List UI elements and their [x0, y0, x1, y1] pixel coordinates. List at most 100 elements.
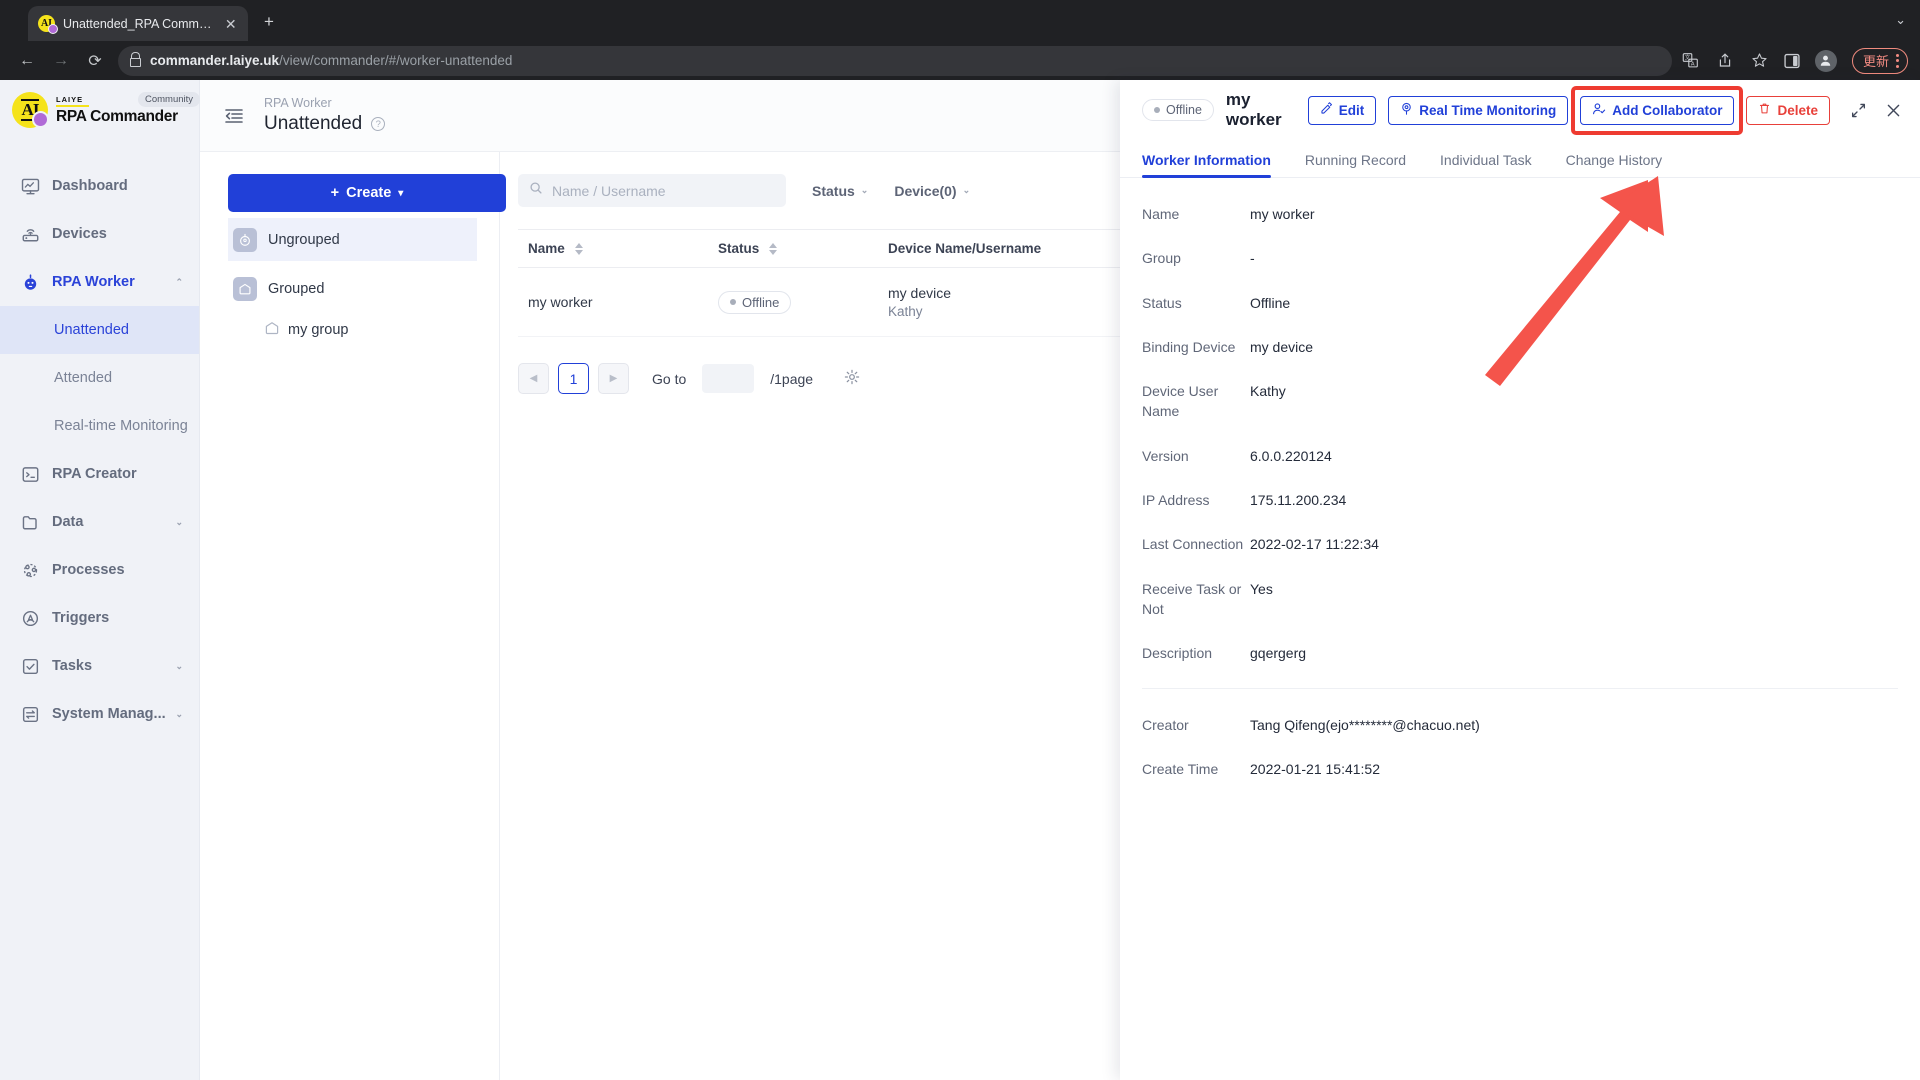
close-icon[interactable]: [1885, 102, 1902, 119]
delete-button[interactable]: Delete: [1746, 95, 1830, 125]
plus-icon: +: [330, 185, 340, 201]
expand-icon[interactable]: [1850, 102, 1867, 119]
column-label: Status: [718, 241, 760, 256]
edition-badge: Community: [138, 92, 201, 107]
collapse-sidebar-icon[interactable]: [222, 104, 246, 128]
field-value: my worker: [1250, 206, 1315, 222]
prev-page-button[interactable]: ◀: [518, 363, 549, 394]
bookmark-star-icon[interactable]: [1751, 52, 1768, 69]
sidebar-item-rpa-worker[interactable]: RPA Worker ⌃: [0, 258, 199, 306]
sidebar-item-label: Tasks: [52, 658, 93, 674]
browser-tab[interactable]: AI Unattended_RPA Commander ✕: [28, 6, 248, 41]
column-header-status[interactable]: Status: [718, 229, 888, 268]
favicon-icon: AI: [38, 15, 58, 34]
group-item-ungrouped[interactable]: Ungrouped: [228, 218, 477, 261]
column-label: Name: [528, 241, 565, 256]
sidebar-item-attended[interactable]: Attended: [0, 354, 199, 402]
omnibox-actions: 文A: [1682, 52, 1772, 69]
add-collaborator-label: Add Collaborator: [1612, 102, 1723, 118]
search-input[interactable]: [552, 182, 775, 199]
field-value: 2022-01-21 15:41:52: [1250, 760, 1380, 777]
tab-worker-information[interactable]: Worker Information: [1142, 152, 1271, 178]
drawer-body: Name my worker Group - Status Offline Bi…: [1120, 178, 1920, 779]
create-button[interactable]: + Create ▾: [228, 174, 506, 212]
field-row-last-connection: Last Connection 2022-02-17 11:22:34: [1142, 534, 1898, 554]
tab-strip: AI Unattended_RPA Commander ✕ + ⌄: [0, 0, 1920, 41]
field-value: 6.0.0.220124: [1250, 447, 1332, 464]
chevron-up-icon: ⌃: [175, 276, 183, 287]
sidebar-item-rpa-creator[interactable]: RPA Creator: [0, 450, 199, 498]
translate-icon[interactable]: 文A: [1682, 52, 1699, 69]
monitor-icon: [1400, 102, 1413, 118]
column-header-name[interactable]: Name: [518, 229, 718, 268]
add-collaborator-highlight: Add Collaborator: [1571, 85, 1744, 135]
group-item-grouped[interactable]: Grouped: [228, 267, 477, 310]
tab-running-record[interactable]: Running Record: [1305, 152, 1406, 177]
new-tab-button[interactable]: +: [258, 12, 280, 32]
address-bar[interactable]: commander.laiye.uk/view/commander/#/work…: [118, 45, 1672, 76]
sidebar-item-data[interactable]: Data ⌄: [0, 498, 199, 546]
goto-page-input[interactable]: [702, 364, 755, 393]
favicon-label: AI: [40, 18, 53, 29]
field-row-create-time: Create Time 2022-01-21 15:41:52: [1142, 759, 1898, 779]
creator-icon: [20, 464, 40, 484]
sidebar-item-system-management[interactable]: System Manag... ⌄: [0, 690, 199, 738]
reload-icon[interactable]: ⟳: [80, 46, 110, 76]
device-icon: [20, 224, 40, 244]
field-value: Yes: [1250, 580, 1273, 597]
sidebar-item-realtime-monitoring[interactable]: Real-time Monitoring: [0, 402, 199, 450]
sidebar-item-devices[interactable]: Devices: [0, 210, 199, 258]
drawer-status-label: Offline: [1166, 103, 1202, 117]
update-button[interactable]: 更新: [1851, 47, 1908, 74]
chevron-down-icon: ▾: [398, 187, 404, 199]
filter-device[interactable]: Device(0) ⌄: [894, 183, 970, 199]
help-icon[interactable]: ?: [371, 117, 386, 131]
sidebar-item-unattended[interactable]: Unattended: [0, 306, 199, 354]
robot-icon: [233, 227, 257, 252]
field-label: IP Address: [1142, 492, 1210, 509]
share-icon[interactable]: [1717, 52, 1733, 69]
sidebar-item-tasks[interactable]: Tasks ⌄: [0, 642, 199, 690]
field-value: gqergerg: [1250, 645, 1307, 662]
back-icon[interactable]: ←: [12, 46, 42, 76]
edit-icon: [1320, 102, 1333, 118]
sidebar-item-processes[interactable]: Processes: [0, 546, 199, 594]
page-number-button[interactable]: 1: [558, 363, 589, 394]
breadcrumb: RPA Worker Unattended ?: [264, 96, 386, 135]
chevron-down-icon[interactable]: ⌄: [1895, 12, 1906, 28]
avatar[interactable]: [1814, 49, 1837, 72]
field-label: Version: [1142, 447, 1189, 464]
brand-sub: LAIYE: [56, 96, 89, 107]
sidebar-item-dashboard[interactable]: Dashboard: [0, 162, 199, 210]
add-collaborator-button[interactable]: Add Collaborator: [1580, 95, 1735, 125]
search-input-wrapper[interactable]: [518, 174, 786, 207]
filter-status[interactable]: Status ⌄: [812, 183, 868, 199]
tab-change-history[interactable]: Change History: [1566, 152, 1663, 177]
field-row-creator: Creator Tang Qifeng(ejo********@chacuo.n…: [1142, 715, 1898, 735]
sort-icon[interactable]: [574, 243, 583, 256]
field-row-binding-device: Binding Device my device: [1142, 337, 1898, 357]
page-title: Unattended ?: [264, 113, 386, 135]
group-pane: + Create ▾ Ungrouped Grouped my group: [200, 152, 506, 1080]
cell-device: my device Kathy: [888, 267, 1148, 337]
trigger-icon: [20, 608, 40, 628]
group-child-item[interactable]: my group: [228, 310, 477, 350]
real-time-monitoring-button[interactable]: Real Time Monitoring: [1388, 95, 1569, 125]
side-panel-icon[interactable]: [1784, 53, 1800, 69]
menu-icon[interactable]: [1896, 53, 1899, 68]
forward-icon[interactable]: →: [46, 46, 76, 76]
close-icon[interactable]: ✕: [223, 17, 238, 31]
next-page-button[interactable]: ▶: [598, 363, 629, 394]
gear-icon[interactable]: [844, 369, 860, 388]
real-time-monitoring-label: Real Time Monitoring: [1419, 102, 1557, 118]
status-badge: Offline: [718, 290, 792, 314]
sidebar: AI LAIYE RPA Commander Community Dashboa…: [0, 80, 201, 1080]
sort-icon[interactable]: [769, 243, 778, 256]
field-value: 175.11.200.234: [1250, 492, 1347, 509]
sidebar-item-triggers[interactable]: Triggers: [0, 594, 199, 642]
dashboard-icon: [20, 176, 40, 196]
edit-button[interactable]: Edit: [1307, 95, 1377, 125]
tab-individual-task[interactable]: Individual Task: [1440, 152, 1532, 177]
field-row-device-user-name: Device User Name Kathy: [1142, 381, 1898, 422]
edit-button-label: Edit: [1338, 102, 1365, 118]
